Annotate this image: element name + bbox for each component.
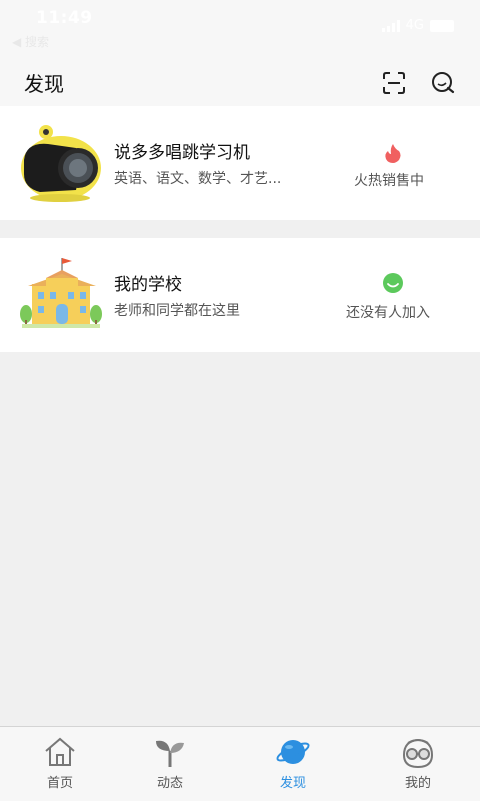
- tab-label: 首页: [46, 776, 73, 791]
- page-title: 发现: [24, 72, 64, 96]
- chat-search-icon[interactable]: [430, 70, 456, 96]
- card-title: 我的学校: [114, 275, 182, 295]
- house-icon: [45, 737, 75, 766]
- product-card-learning-machine[interactable]: 说多多唱跳学习机 英语、语文、数学、才艺... 火热销售中: [0, 106, 480, 220]
- robot-device-image: [21, 125, 101, 202]
- page-header: 发现: [0, 56, 480, 106]
- card-subtitle: 英语、语文、数学、才艺...: [114, 171, 282, 187]
- status-bar: 11:49 ◀ 搜索 4G: [0, 0, 480, 56]
- status-time: 11:49: [36, 8, 93, 28]
- sprout-icon: [156, 740, 184, 767]
- scan-icon[interactable]: [381, 70, 407, 96]
- glasses-face-icon: [402, 738, 434, 769]
- back-to-search-link[interactable]: ◀ 搜索: [12, 33, 49, 50]
- school-building-image: [20, 258, 102, 328]
- tab-discover[interactable]: 发现: [233, 727, 353, 801]
- flame-icon: [385, 144, 401, 163]
- card-subtitle: 老师和同学都在这里: [114, 303, 240, 319]
- bottom-tab-bar: 首页 动态 发现 我的: [0, 726, 480, 801]
- tab-feed[interactable]: 动态: [110, 727, 230, 801]
- smiley-icon: [383, 273, 403, 293]
- tab-profile[interactable]: 我的: [358, 727, 478, 801]
- status-indicators: 4G: [381, 18, 454, 33]
- tab-label: 发现: [279, 776, 306, 791]
- tab-label: 我的: [404, 776, 431, 791]
- card-title: 说多多唱跳学习机: [114, 143, 250, 163]
- battery-icon: [430, 19, 454, 32]
- card-status-text: 火热销售中: [354, 173, 424, 189]
- network-type: 4G: [405, 18, 424, 33]
- planet-icon: [276, 740, 310, 764]
- school-card[interactable]: 我的学校 老师和同学都在这里 还没有人加入: [0, 238, 480, 352]
- tab-home[interactable]: 首页: [0, 727, 120, 801]
- signal-icon: [381, 19, 400, 32]
- card-status-text: 还没有人加入: [346, 305, 430, 321]
- tab-label: 动态: [156, 776, 183, 791]
